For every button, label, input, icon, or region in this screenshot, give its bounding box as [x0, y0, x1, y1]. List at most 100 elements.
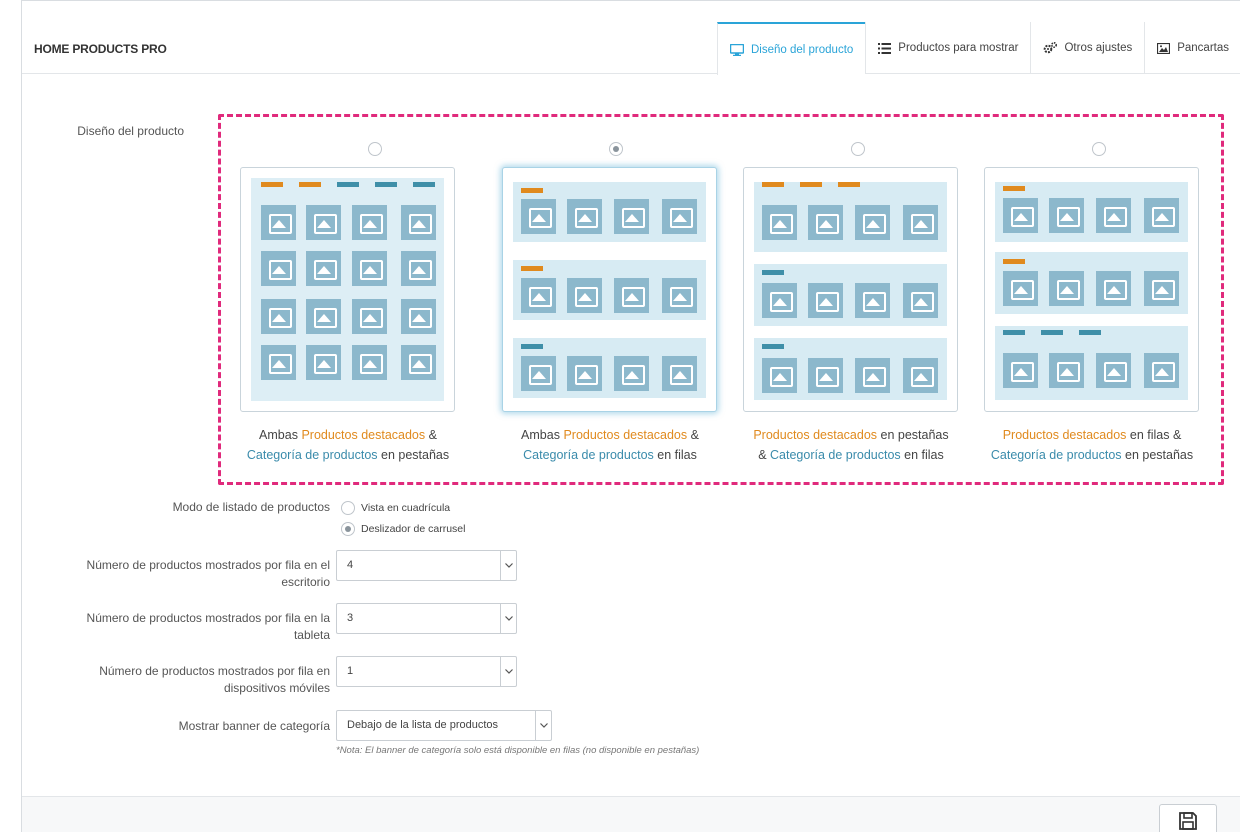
caption-text: en filas — [900, 448, 944, 462]
layout-radio-2[interactable] — [609, 142, 623, 156]
layout-thumbnail-3[interactable] — [743, 167, 958, 412]
image-icon — [1003, 271, 1038, 306]
caption-text: & — [687, 428, 699, 442]
label-line: Número de productos mostrados por fila e… — [86, 558, 330, 572]
panel-footer — [22, 796, 1240, 832]
tab-products-to-show[interactable]: Productos para mostrar — [865, 22, 1030, 74]
label-line: escritorio — [281, 575, 330, 589]
image-icon — [1049, 271, 1084, 306]
caption-category: Categoría de productos — [770, 448, 901, 462]
grid-view-radio[interactable] — [341, 501, 355, 515]
image-icon — [1003, 353, 1038, 388]
thumbnail-preview — [754, 178, 947, 401]
image-icon — [521, 278, 556, 313]
mobile-count-label: Número de productos mostrados por fila e… — [42, 663, 330, 697]
carousel-radio[interactable] — [341, 522, 355, 536]
desktop-count-label: Número de productos mostrados por fila e… — [42, 557, 330, 591]
layout-radio-4[interactable] — [1092, 142, 1106, 156]
image-icon — [1003, 198, 1038, 233]
image-icon — [1157, 42, 1171, 54]
image-icon — [762, 358, 797, 393]
image-icon — [1049, 353, 1084, 388]
layout-thumbnail-4[interactable] — [984, 167, 1199, 412]
image-icon — [567, 199, 602, 234]
image-icon — [306, 205, 341, 240]
mobile-count-select[interactable]: 1 — [336, 656, 517, 687]
tablet-count-select[interactable]: 3 — [336, 603, 517, 634]
image-icon — [614, 199, 649, 234]
image-icon — [1096, 198, 1131, 233]
tab-marker — [1003, 330, 1025, 335]
select-value: 4 — [347, 559, 354, 571]
tab-marker — [375, 182, 397, 187]
chevron-down-icon — [500, 657, 516, 686]
layout-thumbnail-2[interactable] — [502, 167, 717, 412]
grid-view-label[interactable]: Vista en cuadrícula — [361, 502, 450, 514]
caption-featured: Productos destacados — [301, 428, 426, 442]
image-icon — [261, 299, 296, 334]
image-icon — [401, 345, 436, 380]
tab-product-design[interactable]: Diseño del producto — [717, 22, 866, 75]
caption-text: & — [425, 428, 437, 442]
layout-radio-3[interactable] — [851, 142, 865, 156]
tab-label: Otros ajustes — [1064, 42, 1133, 54]
tab-marker — [762, 344, 784, 349]
image-icon — [401, 299, 436, 334]
image-icon — [261, 345, 296, 380]
tab-marker — [261, 182, 283, 187]
image-icon — [1096, 271, 1131, 306]
save-button[interactable] — [1159, 804, 1217, 832]
listing-mode-label: Modo de listado de productos — [172, 500, 330, 514]
desktop-count-select[interactable]: 4 — [336, 550, 517, 581]
tab-bar: Diseño del producto Productos para mostr… — [717, 22, 1240, 75]
layout-caption-1: Ambas Productos destacados & Categoría d… — [228, 425, 468, 465]
image-icon — [1049, 198, 1084, 233]
image-icon — [855, 205, 890, 240]
caption-featured: Productos destacados — [753, 428, 878, 442]
tab-marker — [521, 266, 543, 271]
label-line: dispositivos móviles — [223, 681, 330, 695]
gears-icon — [1044, 42, 1058, 54]
image-icon — [567, 278, 602, 313]
image-icon — [1144, 198, 1179, 233]
image-icon — [1144, 353, 1179, 388]
module-panel: HOME PRODUCTS PRO Diseño del producto Pr… — [21, 0, 1240, 832]
chevron-down-icon — [535, 711, 551, 740]
image-icon — [762, 205, 797, 240]
tab-label: Diseño del producto — [751, 43, 854, 56]
select-value: 1 — [347, 665, 354, 677]
image-icon — [903, 205, 938, 240]
tab-marker — [1003, 186, 1025, 191]
layout-caption-4: Productos destacados en filas & Categorí… — [972, 425, 1212, 465]
tablet-count-label: Número de productos mostrados por fila e… — [42, 610, 330, 644]
layout-caption-2: Ambas Productos destacados & Categoría d… — [490, 425, 730, 465]
image-icon — [352, 251, 387, 286]
caption-featured: Productos destacados — [1002, 428, 1127, 442]
banner-note: *Nota: El banner de categoría solo está … — [336, 745, 700, 756]
tab-marker — [762, 270, 784, 275]
image-icon — [1096, 353, 1131, 388]
tab-banners[interactable]: Pancartas — [1144, 22, 1240, 74]
image-icon — [306, 345, 341, 380]
tab-marker — [521, 344, 543, 349]
caption-category: Categoría de productos — [523, 448, 654, 462]
image-icon — [662, 278, 697, 313]
caption-featured: Productos destacados — [563, 428, 688, 442]
tab-other-settings[interactable]: Otros ajustes — [1030, 22, 1144, 74]
tab-marker — [800, 182, 822, 187]
layout-thumbnail-1[interactable] — [240, 167, 455, 412]
layout-radio-1[interactable] — [368, 142, 382, 156]
image-icon — [306, 299, 341, 334]
image-icon — [261, 251, 296, 286]
image-icon — [903, 283, 938, 318]
caption-text: en pestañas — [1121, 448, 1194, 462]
carousel-label[interactable]: Deslizador de carrusel — [361, 523, 465, 535]
image-icon — [903, 358, 938, 393]
module-title: HOME PRODUCTS PRO — [34, 42, 167, 56]
chevron-down-icon — [500, 551, 516, 580]
banner-select[interactable]: Debajo de la lista de productos — [336, 710, 552, 741]
image-icon — [521, 356, 556, 391]
image-icon — [808, 283, 843, 318]
tab-marker — [1041, 330, 1063, 335]
caption-text: Ambas — [521, 428, 564, 442]
